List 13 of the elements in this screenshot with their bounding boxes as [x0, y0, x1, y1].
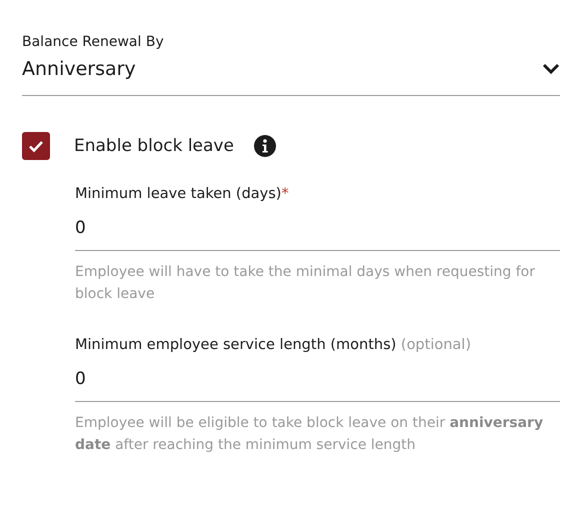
checkbox[interactable] [22, 132, 50, 160]
checkbox-label: Enable block leave [74, 136, 234, 156]
input-field[interactable]: 0 [75, 355, 560, 402]
help-text: Employee will have to take the minimal days when requesting for block leave [75, 263, 536, 304]
renewal-dropdown[interactable]: Anniversary [22, 52, 560, 96]
help-text: Employee will be eligible to take block leave on their anniversary date after reaching the minimum service length [75, 414, 544, 455]
field-label: Minimum leave taken (days)* [75, 185, 290, 204]
chevron-icon [542, 62, 560, 74]
field-label: Balance Renewal By [22, 33, 165, 52]
check-icon [28, 140, 44, 152]
field-label: Minimum employee service length (months) (optional) [75, 336, 472, 355]
info-icon[interactable] [254, 135, 276, 157]
input-field[interactable]: 0 [75, 204, 560, 251]
